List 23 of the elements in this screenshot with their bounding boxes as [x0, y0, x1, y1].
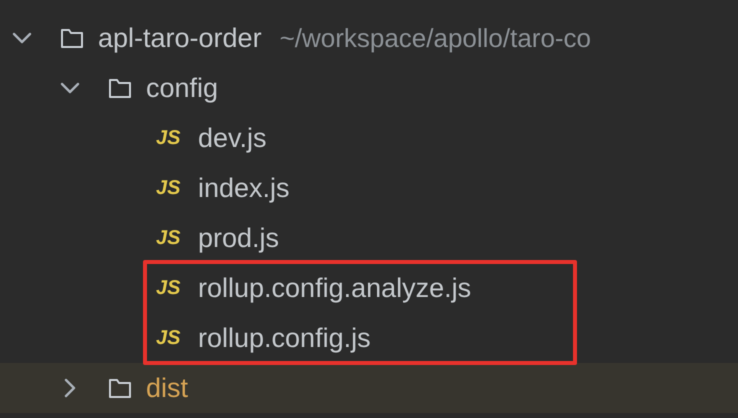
js-file-icon: JS — [156, 178, 184, 198]
js-file-icon: JS — [156, 228, 184, 248]
js-file-icon: JS — [156, 128, 184, 148]
tree-row[interactable]: JS prod.js — [0, 213, 738, 263]
js-file-icon: JS — [156, 278, 184, 298]
folder-icon — [108, 377, 132, 399]
file-name: dev.js — [198, 124, 267, 152]
tree-row[interactable]: JS dev.js — [0, 113, 738, 163]
js-file-icon: JS — [156, 328, 184, 348]
folder-path: ~/workspace/apollo/taro-co — [280, 25, 592, 51]
tree-row[interactable]: config — [0, 63, 738, 113]
tree-row[interactable]: JS index.js — [0, 163, 738, 213]
folder-name: apl-taro-order — [98, 24, 262, 52]
tree-row[interactable]: apl-taro-order ~/workspace/apollo/taro-co — [0, 13, 738, 63]
folder-icon — [60, 27, 84, 49]
folder-name: dist — [146, 374, 188, 402]
folder-icon — [108, 77, 132, 99]
file-name: rollup.config.js — [198, 324, 371, 352]
folder-name: config — [146, 74, 218, 102]
file-name: index.js — [198, 174, 290, 202]
tree-row[interactable]: dist — [0, 363, 738, 413]
file-name: rollup.config.analyze.js — [198, 274, 472, 302]
file-name: prod.js — [198, 224, 280, 252]
